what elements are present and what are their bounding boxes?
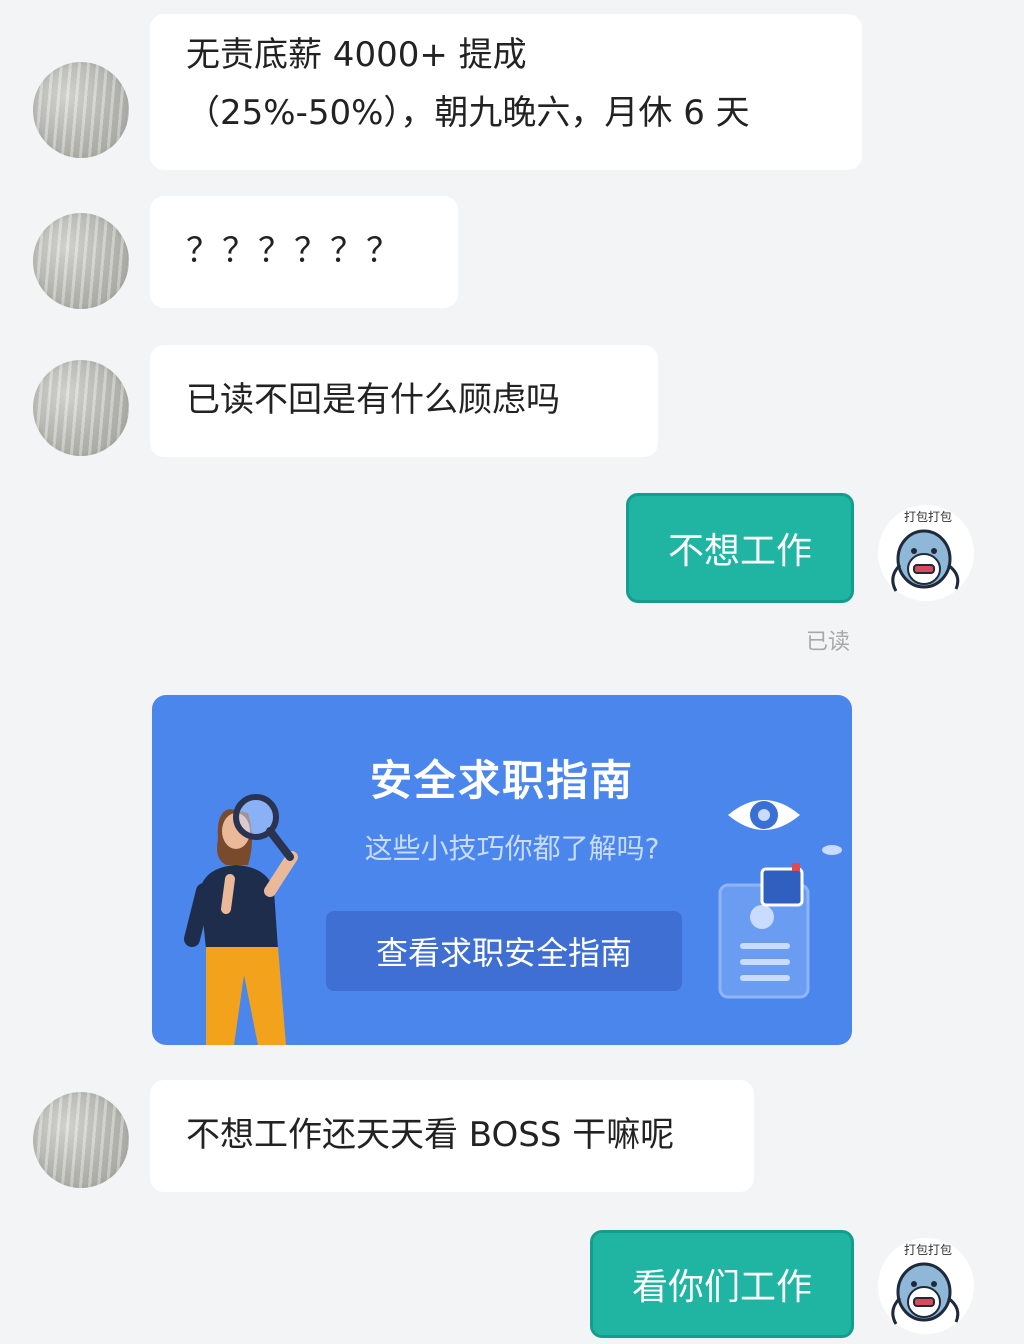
shark-sticker-icon: 打包打包 (891, 510, 960, 592)
contact-avatar[interactable] (33, 1092, 129, 1188)
document-illustration (718, 863, 810, 999)
card-subtitle: 这些小技巧你都了解吗? (364, 832, 660, 865)
message-text: ？？？？？？ (186, 231, 402, 271)
view-safety-guide-button[interactable]: 查看求职安全指南 (326, 911, 682, 991)
message-bubble-incoming: 无责底薪 4000+ 提成 （25%-50%），朝九晚六，月休 6 天 (150, 14, 862, 170)
job-safety-guide-card[interactable]: 安全求职指南 这些小技巧你都了解吗? 查看求职安全指南 (152, 695, 852, 1045)
message-bubble-incoming: 不想工作还天天看 BOSS 干嘛呢 (150, 1080, 754, 1192)
sticker-caption: 打包打包 (904, 1243, 952, 1257)
shark-sticker-avatar[interactable]: 打包打包 (878, 1238, 974, 1334)
message-bubble-outgoing: 看你们工作 (590, 1230, 854, 1338)
message-text: 不想工作 (667, 531, 812, 572)
message-bubble-incoming: ？？？？？？ (150, 196, 458, 308)
sticker-caption: 打包打包 (904, 510, 952, 524)
message-text-line: 无责底薪 4000+ 提成 (186, 35, 527, 75)
message-text: 已读不回是有什么顾虑吗 (186, 380, 560, 420)
shark-sticker-avatar[interactable]: 打包打包 (878, 505, 974, 601)
chat-dot-icon (822, 845, 842, 855)
read-status: 已读 (806, 630, 851, 655)
contact-avatar[interactable] (33, 62, 129, 158)
shark-sticker-icon: 打包打包 (891, 1243, 960, 1325)
contact-avatar[interactable] (33, 213, 129, 309)
message-text: 看你们工作 (631, 1267, 812, 1308)
message-bubble-outgoing: 不想工作 (626, 493, 854, 603)
message-text-line: （25%-50%），朝九晚六，月休 6 天 (186, 93, 750, 133)
magnifier-woman-illustration (184, 794, 298, 1045)
message-bubble-incoming: 已读不回是有什么顾虑吗 (150, 345, 658, 457)
contact-avatar[interactable] (33, 360, 129, 456)
message-text: 不想工作还天天看 BOSS 干嘛呢 (186, 1115, 675, 1155)
eye-icon (728, 800, 800, 830)
